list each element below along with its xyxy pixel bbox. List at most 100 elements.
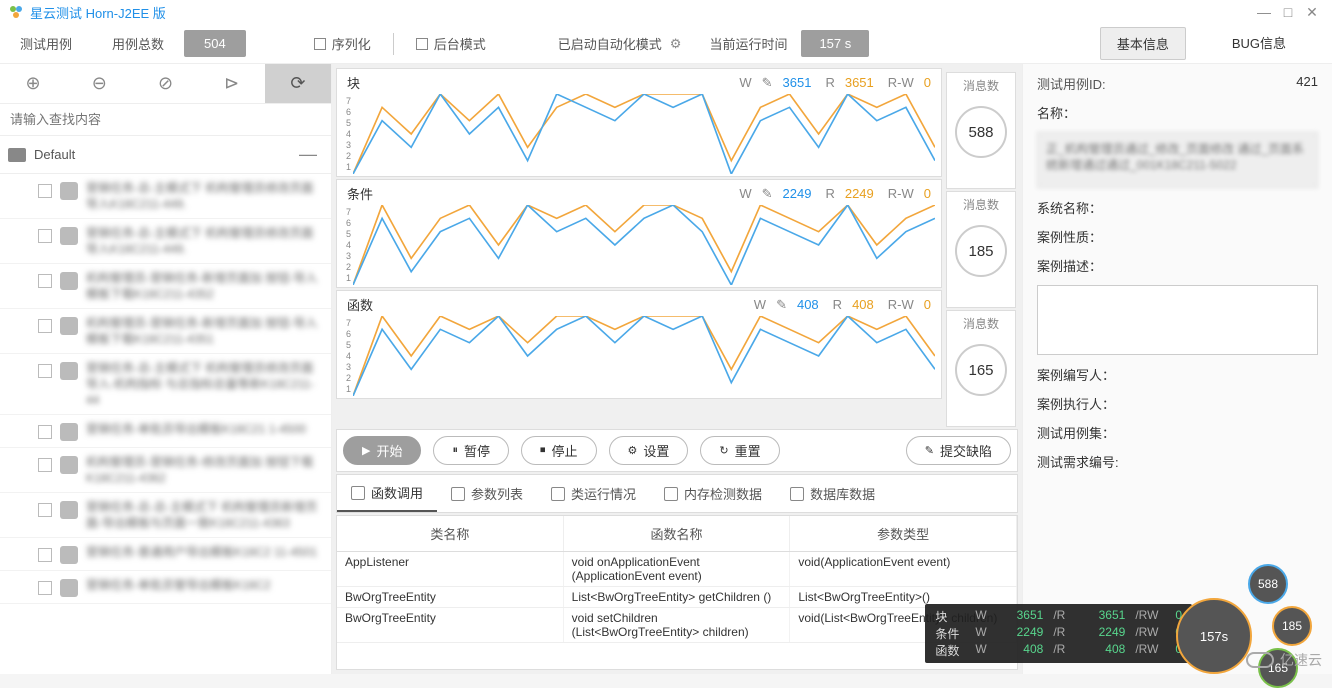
pause-button[interactable]: ⏸暂停	[433, 436, 509, 465]
checkbox[interactable]	[38, 274, 52, 288]
chart-title: 函数	[343, 295, 383, 314]
remove-icon[interactable]: ⊖	[66, 64, 132, 103]
folder-icon	[8, 148, 26, 162]
message-count: 588	[955, 106, 1007, 158]
item-icon	[60, 546, 78, 564]
message-count-box: 消息数588	[946, 72, 1016, 189]
checkbox[interactable]	[38, 503, 52, 517]
background-checkbox[interactable]: 后台模式	[416, 34, 486, 53]
add-icon[interactable]: ⊕	[0, 64, 66, 103]
pencil-icon[interactable]: ✎	[776, 297, 787, 313]
chart-plot[interactable]	[353, 94, 935, 174]
case-desc-input[interactable]	[1037, 285, 1318, 355]
window-titlebar: 星云测试 Horn-J2EE 版 — □ ✕	[0, 0, 1332, 24]
start-button[interactable]: ▶开始	[343, 436, 421, 465]
collapse-icon[interactable]: —	[299, 144, 323, 165]
chart-plot[interactable]	[353, 316, 935, 396]
stop-button[interactable]: ⏹停止	[521, 436, 597, 465]
checkbox[interactable]	[38, 184, 52, 198]
table-row[interactable]: AppListenervoid onApplicationEvent (Appl…	[337, 552, 1017, 587]
checkbox[interactable]	[38, 364, 52, 378]
left-panel: ⊕ ⊖ ⊘ ⊳ ⟳ Default — 营销任务-总-主模式下 机构管理员修改页…	[0, 64, 332, 674]
list-item[interactable]: 营销任务-总-主模式下 机构管理员修改页面导入K18C211-449.	[0, 174, 331, 219]
list-item[interactable]: 营销任务-总-总-主模式下 机构管理员新增页面-导出模板与页面一致K18C211…	[0, 493, 331, 538]
checkbox[interactable]	[38, 425, 52, 439]
item-icon	[60, 362, 78, 380]
test-req-label: 测试需求编号:	[1037, 455, 1119, 470]
list-item[interactable]: 机构管理员-营销任务-新增页面加 按钮-导入模板下载K18C211-4352	[0, 264, 331, 309]
message-count-box: 消息数185	[946, 191, 1016, 308]
basic-info-button[interactable]: 基本信息	[1100, 27, 1186, 60]
app-logo-icon	[8, 4, 24, 20]
auto-mode-label: 已启动自动化模式⚙	[544, 34, 696, 53]
chart-条件: 条件 W✎2249 R2249 R-W0 7654321	[336, 179, 942, 288]
tab-icon	[551, 487, 565, 501]
play-icon[interactable]: ⊳	[199, 64, 265, 103]
serialize-checkbox[interactable]: 序列化	[314, 34, 371, 53]
item-text: 营销任务-总-主模式下 机构管理员修改页面导入K18C211-449.	[86, 180, 323, 212]
total-label: 用例总数	[92, 34, 184, 53]
function-table: 类名称函数名称参数类型 AppListenervoid onApplicatio…	[336, 515, 1018, 670]
runtime-value: 157 s	[801, 30, 869, 57]
category-row[interactable]: Default —	[0, 136, 331, 174]
item-icon	[60, 272, 78, 290]
name-value: 正_机构管理员通过_修改_页面修改 通过_页面系统新增通过通过_001K18C2…	[1037, 132, 1318, 188]
refresh-icon[interactable]: ⟳	[265, 64, 331, 103]
checkbox[interactable]	[38, 319, 52, 333]
tab-3[interactable]: 内存检测数据	[650, 475, 776, 512]
tab-1[interactable]: 参数列表	[437, 475, 537, 512]
item-icon	[60, 227, 78, 245]
list-item[interactable]: 营销任务-单批员管导出模板K18C2	[0, 571, 331, 604]
settings-button[interactable]: ⚙设置	[609, 436, 689, 465]
list-item[interactable]: 机构管理员-营销任务-修改页面加 按钮下载K18C211-4362	[0, 448, 331, 493]
overlay-circle-2[interactable]: 185	[1272, 606, 1312, 646]
list-item[interactable]: 营销任务-普通用户导出模板K18C2 11-4501	[0, 538, 331, 571]
detail-tabs: 函数调用参数列表类运行情况内存检测数据数据库数据	[336, 474, 1018, 513]
window-close-button[interactable]: ✕	[1300, 4, 1324, 21]
edit-icon[interactable]: ⊘	[132, 64, 198, 103]
list-item[interactable]: 营销任务-单批员导出模板K18C21 1-4500	[0, 415, 331, 448]
chart-块: 块 W✎3651 R3651 R-W0 7654321	[336, 68, 942, 177]
id-label: 测试用例ID:	[1037, 74, 1127, 93]
checkbox[interactable]	[38, 458, 52, 472]
message-count-box: 消息数165	[946, 310, 1016, 427]
item-text: 营销任务-单批员导出模板K18C21 1-4500	[86, 421, 323, 437]
list-item[interactable]: 营销任务-总-主模式下 机构管理员修改页面导入K18C211-449.	[0, 219, 331, 264]
bug-info-button[interactable]: BUG信息	[1216, 27, 1302, 60]
checkbox[interactable]	[38, 548, 52, 562]
control-row: ▶开始 ⏸暂停 ⏹停止 ⚙设置 ↻重置 ✎提交缺陷	[336, 429, 1018, 472]
pencil-icon[interactable]: ✎	[762, 75, 773, 91]
total-badge: 504	[184, 30, 246, 57]
reset-button[interactable]: ↻重置	[700, 436, 779, 465]
window-minimize-button[interactable]: —	[1252, 4, 1276, 20]
tab-icon	[664, 487, 678, 501]
chart-函数: 函数 W✎408 R408 R-W0 7654321	[336, 290, 942, 399]
overlay-stats-table: 块W3651/R3651/RW0条件W2249/R2249/RW0函数W408/…	[925, 604, 1192, 663]
chart-plot[interactable]	[353, 205, 935, 285]
list-item[interactable]: 机构管理员-营销任务-新增页面加 按钮-导入模板下载K18C211-4351	[0, 309, 331, 354]
table-row[interactable]: BwOrgTreeEntityList<BwOrgTreeEntity> get…	[337, 587, 1017, 608]
window-maximize-button[interactable]: □	[1276, 4, 1300, 20]
item-text: 机构管理员-营销任务-新增页面加 按钮-导入模板下载K18C211-4352	[86, 270, 323, 302]
item-icon	[60, 456, 78, 474]
name-label: 名称：	[1037, 106, 1076, 121]
submit-defect-button[interactable]: ✎提交缺陷	[906, 436, 1011, 465]
tab-4[interactable]: 数据库数据	[776, 475, 889, 512]
checkbox[interactable]	[38, 229, 52, 243]
tab-0[interactable]: 函数调用	[337, 475, 437, 512]
pencil-icon[interactable]: ✎	[762, 186, 773, 202]
item-text: 机构管理员-营销任务-新增页面加 按钮-导入模板下载K18C211-4351	[86, 315, 323, 347]
gear-icon[interactable]: ⚙	[670, 36, 682, 52]
list-item[interactable]: 营销任务-总-主模式下 机构管理员修改页面导入-机构指标 与总指标总量等新K18…	[0, 354, 331, 415]
overlay-center-circle[interactable]: 157s	[1176, 598, 1252, 674]
item-text: 营销任务-总-主模式下 机构管理员修改页面导入-机构指标 与总指标总量等新K18…	[86, 360, 323, 408]
table-row[interactable]: BwOrgTreeEntityvoid setChildren (List<Bw…	[337, 608, 1017, 643]
window-title: 星云测试 Horn-J2EE 版	[30, 3, 166, 22]
checkbox[interactable]	[38, 581, 52, 595]
overlay-circle-1[interactable]: 588	[1248, 564, 1288, 604]
table-header: 函数名称	[564, 516, 791, 551]
item-text: 营销任务-单批员管导出模板K18C2	[86, 577, 323, 593]
testsuite-label: 测试用例集：	[1037, 426, 1115, 441]
search-input[interactable]	[6, 108, 325, 131]
tab-2[interactable]: 类运行情况	[537, 475, 650, 512]
